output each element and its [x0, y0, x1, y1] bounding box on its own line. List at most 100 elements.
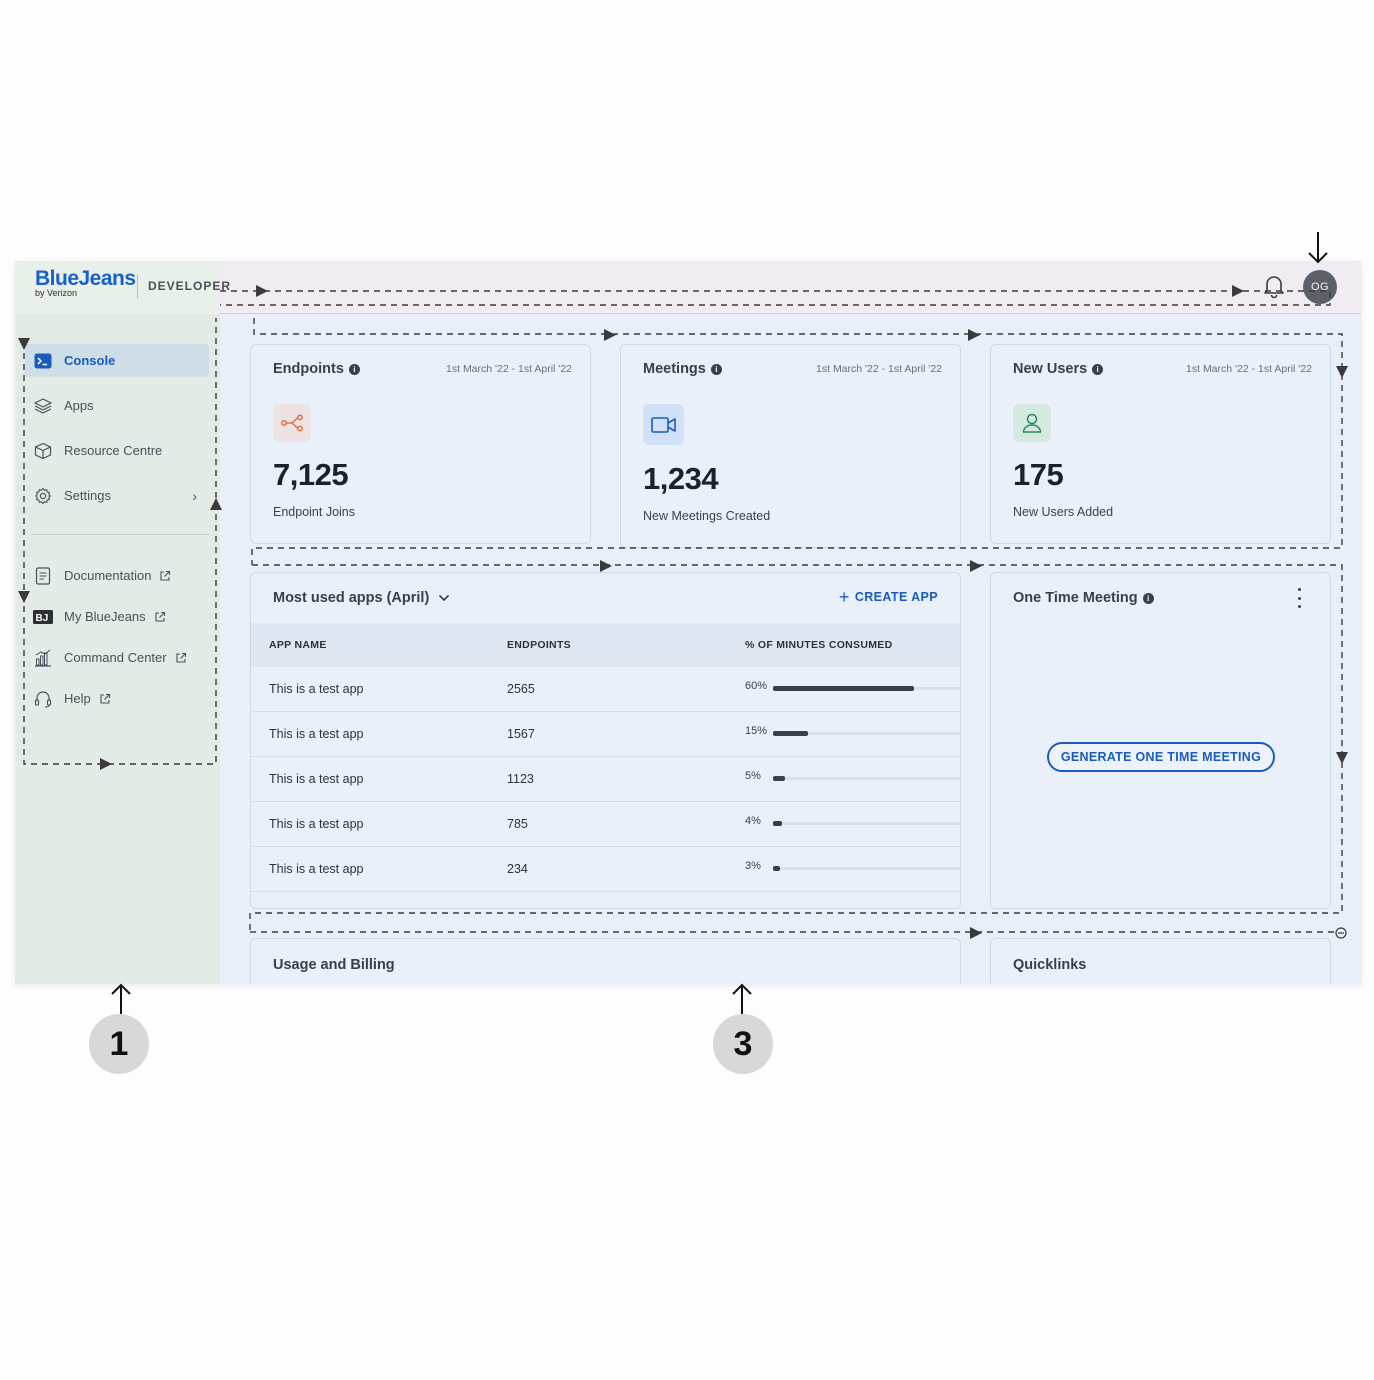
sidebar-link-my-bluejeans[interactable]: BJ My BlueJeans [25, 600, 209, 633]
sidebar-item-label: Resource Centre [64, 443, 163, 458]
cell-minutes-percent: 60% [745, 680, 768, 692]
stat-title: Endpoints i [273, 361, 360, 377]
sidebar-divider [31, 534, 209, 535]
stat-subtitle: Endpoint Joins [273, 505, 356, 519]
stat-value: 7,125 [273, 457, 349, 492]
sidebar: Console Apps Resource Centre Settings › [15, 314, 220, 984]
bar-chart-icon [32, 647, 54, 669]
stat-card-meetings: Meetings i 1st March '22 - 1st April '22 … [620, 344, 961, 548]
share-nodes-icon [273, 404, 311, 442]
sidebar-link-label: Help [64, 691, 91, 706]
one-time-meeting-panel: One Time Meeting i GENERATE ONE TIME MEET… [990, 572, 1331, 909]
cell-endpoints: 234 [507, 862, 528, 876]
stat-subtitle: New Meetings Created [643, 509, 771, 523]
create-app-button[interactable]: + CREATE APP [839, 588, 938, 606]
cell-app-name: This is a test app [269, 817, 364, 831]
layers-icon [32, 395, 54, 417]
annotation-badge-3: 3 [713, 1014, 773, 1074]
usage-bar-fill [773, 821, 782, 826]
sidebar-link-help[interactable]: Help [25, 682, 209, 715]
product-tag: DEVELOPER [148, 279, 232, 293]
info-icon[interactable]: i [710, 363, 722, 375]
bluejeans-logo[interactable]: BlueJeans by Verizon [35, 267, 136, 298]
cell-minutes-percent: 15% [745, 725, 768, 737]
apps-period-dropdown[interactable]: Most used apps (April) [273, 590, 450, 606]
sidebar-link-label: Documentation [64, 568, 152, 583]
info-icon[interactable]: i [1092, 363, 1104, 375]
console-icon [32, 350, 54, 372]
more-options-icon[interactable] [1296, 588, 1302, 608]
cell-minutes-percent: 5% [745, 770, 761, 782]
bell-icon[interactable] [1262, 273, 1286, 299]
stat-title: Meetings i [643, 361, 722, 377]
user-icon [1013, 404, 1051, 442]
usage-bar-track [773, 731, 960, 736]
annotation-badge-1: 1 [89, 1014, 149, 1074]
sidebar-link-label: Command Center [64, 650, 167, 665]
usage-bar-track [773, 821, 960, 826]
sidebar-link-documentation[interactable]: Documentation [25, 559, 209, 592]
gear-icon [32, 485, 54, 507]
quicklinks-panel: Quicklinks [990, 938, 1331, 984]
info-icon[interactable]: i [348, 363, 360, 375]
sidebar-link-command-center[interactable]: Command Center [25, 641, 209, 674]
box-icon [32, 440, 54, 462]
stat-card-new-users: New Users i 1st March '22 - 1st April '22… [990, 344, 1331, 544]
stat-title: New Users i [1013, 361, 1104, 377]
usage-bar-track [773, 866, 960, 871]
table-row[interactable]: This is a test app 1123 5% [251, 757, 960, 802]
column-header-endpoints: ENDPOINTS [507, 639, 571, 651]
stat-date-range: 1st March '22 - 1st April '22 [446, 363, 572, 375]
cell-minutes-percent: 3% [745, 860, 761, 872]
cell-endpoints: 2565 [507, 682, 535, 696]
app-window: BlueJeans by Verizon DEVELOPER OG Consol… [15, 261, 1361, 984]
usage-bar-fill [773, 686, 914, 691]
table-row[interactable]: This is a test app 2565 60% [251, 667, 960, 712]
stat-value: 1,234 [643, 461, 719, 496]
external-link-icon [160, 570, 171, 581]
sidebar-item-settings[interactable]: Settings › [25, 479, 209, 512]
external-link-icon [176, 652, 186, 663]
cell-endpoints: 1123 [507, 772, 534, 786]
usage-billing-panel: Usage and Billing [250, 938, 961, 984]
stat-date-range: 1st March '22 - 1st April '22 [1186, 363, 1312, 375]
usage-bar-fill [773, 776, 785, 781]
generate-one-time-meeting-button[interactable]: GENERATE ONE TIME MEETING [1047, 742, 1275, 772]
cell-app-name: This is a test app [269, 862, 364, 876]
table-row[interactable]: This is a test app 785 4% [251, 802, 960, 847]
sidebar-item-label: Console [64, 353, 116, 368]
stat-value: 175 [1013, 457, 1064, 492]
brand-divider [137, 275, 138, 299]
cell-endpoints: 1567 [507, 727, 535, 741]
usage-bar-fill [773, 866, 780, 871]
svg-text:BJ: BJ [36, 613, 49, 624]
cell-endpoints: 785 [507, 817, 528, 831]
sidebar-link-label: My BlueJeans [64, 609, 146, 624]
top-header: BlueJeans by Verizon DEVELOPER OG [15, 261, 1361, 314]
cell-app-name: This is a test app [269, 727, 364, 741]
sidebar-item-apps[interactable]: Apps [25, 389, 209, 422]
cell-app-name: This is a test app [269, 772, 364, 786]
external-link-icon [100, 693, 110, 704]
stat-date-range: 1st March '22 - 1st April '22 [816, 363, 942, 375]
column-header-minutes: % OF MINUTES CONSUMED [745, 639, 893, 651]
brand-area: BlueJeans by Verizon DEVELOPER [15, 261, 230, 314]
video-camera-icon [643, 404, 684, 445]
table-header: APP NAME ENDPOINTS % OF MINUTES CONSUMED [251, 623, 960, 667]
user-avatar[interactable]: OG [1303, 270, 1337, 304]
document-icon [32, 565, 54, 587]
sidebar-item-label: Apps [64, 398, 94, 413]
chevron-down-icon [439, 594, 450, 602]
column-header-app-name: APP NAME [269, 639, 327, 651]
most-used-apps-panel: Most used apps (April) + CREATE APP APP … [250, 572, 961, 909]
sidebar-item-console[interactable]: Console [25, 344, 209, 377]
bluejeans-logo-icon: BJ [32, 606, 54, 628]
usage-bar-track [773, 686, 960, 691]
info-icon[interactable]: i [1142, 592, 1154, 604]
sidebar-item-resource-centre[interactable]: Resource Centre [25, 434, 209, 467]
usage-bar-track [773, 776, 960, 781]
stat-card-endpoints: Endpoints i 1st March '22 - 1st April '22… [250, 344, 591, 544]
panel-title: Quicklinks [1013, 957, 1087, 973]
table-row[interactable]: This is a test app 234 3% [251, 847, 960, 892]
table-row[interactable]: This is a test app 1567 15% [251, 712, 960, 757]
